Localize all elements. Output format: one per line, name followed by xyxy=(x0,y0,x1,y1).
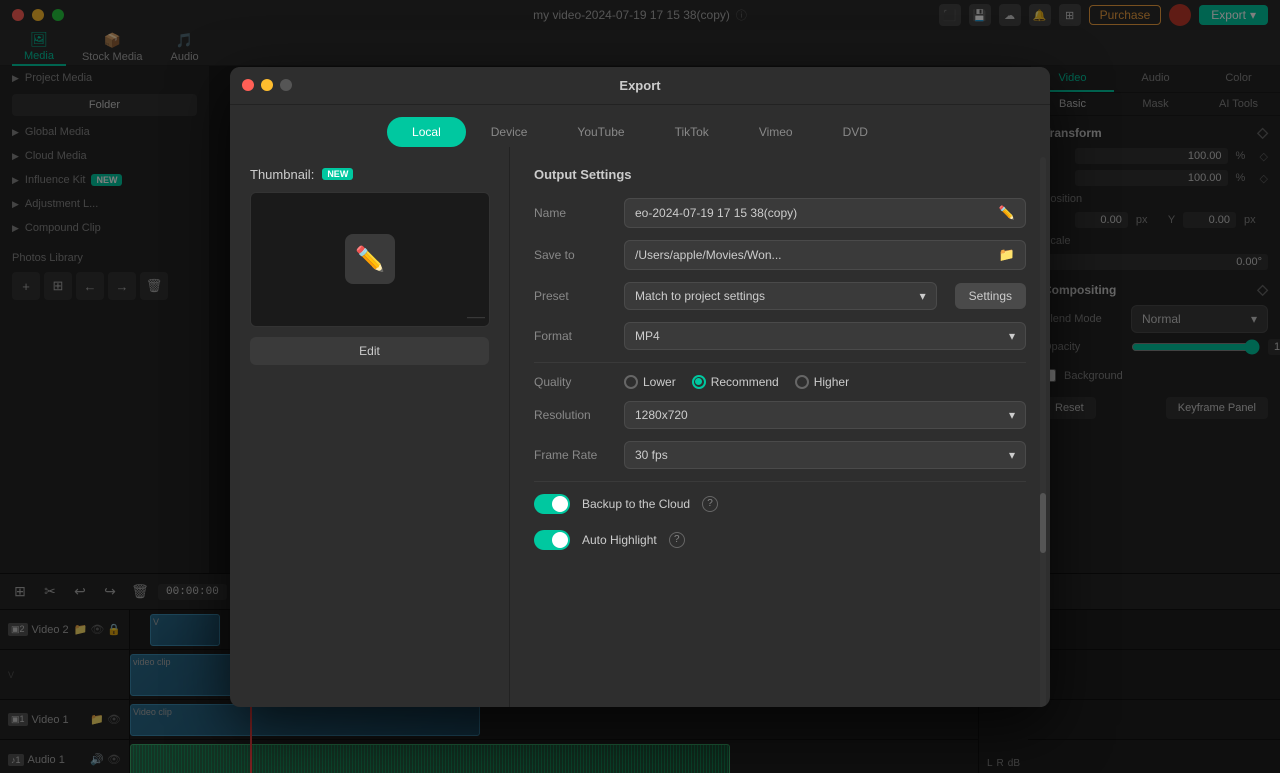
settings-button[interactable]: Settings xyxy=(955,283,1026,309)
folder-browse-icon[interactable]: 📁 xyxy=(999,247,1015,263)
thumbnail-sub: —— xyxy=(467,312,485,322)
modal-tab-tiktok[interactable]: TikTok xyxy=(650,117,734,147)
quality-field-row: Quality Lower Recommend xyxy=(534,375,1026,389)
preset-chevron: ▾ xyxy=(920,289,926,303)
frame-rate-chevron: ▾ xyxy=(1009,448,1015,462)
modal-tab-vimeo[interactable]: Vimeo xyxy=(734,117,818,147)
format-chevron: ▾ xyxy=(1009,329,1015,343)
name-field-row: Name eo-2024-07-19 17 15 38(copy) ✏️ xyxy=(534,198,1026,228)
edit-thumbnail-button[interactable]: Edit xyxy=(250,337,489,365)
modal-tabs: Local Device YouTube TikTok Vimeo DVD xyxy=(230,105,1050,147)
quality-recommend-label: Recommend xyxy=(711,375,779,389)
modal-tl-yellow[interactable] xyxy=(261,79,273,91)
backup-help-icon[interactable]: ? xyxy=(702,496,718,512)
backup-toggle[interactable] xyxy=(534,494,570,514)
modal-tab-device[interactable]: Device xyxy=(466,117,553,147)
preset-label: Preset xyxy=(534,289,614,303)
modal-tab-youtube[interactable]: YouTube xyxy=(552,117,649,147)
backup-toggle-knob xyxy=(552,496,568,512)
name-label: Name xyxy=(534,206,614,220)
format-field-row: Format MP4 ▾ xyxy=(534,322,1026,350)
preset-value: Match to project settings xyxy=(635,289,765,303)
format-value: MP4 xyxy=(635,329,660,343)
format-label: Format xyxy=(534,329,614,343)
frame-rate-label: Frame Rate xyxy=(534,448,614,462)
modal-tl-red[interactable] xyxy=(242,79,254,91)
resolution-value: 1280x720 xyxy=(635,408,688,422)
save-to-field-row: Save to /Users/apple/Movies/Won... 📁 xyxy=(534,240,1026,270)
thumbnail-label-row: Thumbnail: NEW xyxy=(250,167,489,182)
quality-recommend[interactable]: Recommend xyxy=(692,375,779,389)
quality-options: Lower Recommend Higher xyxy=(624,375,849,389)
frame-rate-field-row: Frame Rate 30 fps ▾ xyxy=(534,441,1026,469)
export-modal: Export Local Device YouTube TikTok Vimeo… xyxy=(230,67,1050,707)
modal-tl-gray xyxy=(280,79,292,91)
name-value: eo-2024-07-19 17 15 38(copy) xyxy=(635,206,999,220)
output-settings-title: Output Settings xyxy=(534,167,1026,182)
resolution-label: Resolution xyxy=(534,408,614,422)
thumbnail-preview: ✏️ —— xyxy=(250,192,490,327)
ai-edit-icon[interactable]: ✏️ xyxy=(999,205,1015,221)
settings-divider-1 xyxy=(534,362,1026,363)
quality-lower-radio[interactable] xyxy=(624,375,638,389)
auto-highlight-label: Auto Highlight xyxy=(582,533,657,547)
modal-overlay: Export Local Device YouTube TikTok Vimeo… xyxy=(0,0,1280,773)
quality-recommend-dot xyxy=(695,378,702,385)
thumbnail-new-badge: NEW xyxy=(322,168,353,180)
quality-higher-radio[interactable] xyxy=(795,375,809,389)
backup-label: Backup to the Cloud xyxy=(582,497,690,511)
resolution-field-row: Resolution 1280x720 ▾ xyxy=(534,401,1026,429)
auto-highlight-help-icon[interactable]: ? xyxy=(669,532,685,548)
quality-label: Quality xyxy=(534,375,614,389)
modal-traffic-lights xyxy=(242,79,292,91)
auto-highlight-toggle[interactable] xyxy=(534,530,570,550)
preset-dropdown[interactable]: Match to project settings ▾ xyxy=(624,282,937,310)
quality-recommend-radio[interactable] xyxy=(692,375,706,389)
quality-higher[interactable]: Higher xyxy=(795,375,849,389)
auto-highlight-toggle-row: Auto Highlight ? xyxy=(534,530,1026,550)
thumbnail-pencil-icon: ✏️ xyxy=(345,234,395,284)
modal-title: Export xyxy=(619,78,660,93)
save-to-value: /Users/apple/Movies/Won... xyxy=(635,248,999,262)
name-input[interactable]: eo-2024-07-19 17 15 38(copy) ✏️ xyxy=(624,198,1026,228)
quality-lower-label: Lower xyxy=(643,375,676,389)
modal-tab-dvd[interactable]: DVD xyxy=(818,117,893,147)
modal-body: Thumbnail: NEW ✏️ —— Edit Output Setting… xyxy=(230,147,1050,707)
modal-scrollbar-thumb[interactable] xyxy=(1040,493,1046,553)
auto-highlight-toggle-knob xyxy=(552,532,568,548)
thumbnail-text: Thumbnail: xyxy=(250,167,314,182)
modal-left: Thumbnail: NEW ✏️ —— Edit xyxy=(230,147,510,707)
resolution-chevron: ▾ xyxy=(1009,408,1015,422)
format-dropdown[interactable]: MP4 ▾ xyxy=(624,322,1026,350)
modal-right: Output Settings Name eo-2024-07-19 17 15… xyxy=(510,147,1050,707)
modal-titlebar: Export xyxy=(230,67,1050,105)
backup-toggle-row: Backup to the Cloud ? xyxy=(534,494,1026,514)
settings-divider-2 xyxy=(534,481,1026,482)
resolution-dropdown[interactable]: 1280x720 ▾ xyxy=(624,401,1026,429)
save-to-input[interactable]: /Users/apple/Movies/Won... 📁 xyxy=(624,240,1026,270)
save-to-label: Save to xyxy=(534,248,614,262)
frame-rate-dropdown[interactable]: 30 fps ▾ xyxy=(624,441,1026,469)
modal-scrollbar-track[interactable] xyxy=(1040,157,1046,707)
quality-lower[interactable]: Lower xyxy=(624,375,676,389)
frame-rate-value: 30 fps xyxy=(635,448,668,462)
modal-tab-local[interactable]: Local xyxy=(387,117,466,147)
quality-higher-label: Higher xyxy=(814,375,849,389)
preset-field-row: Preset Match to project settings ▾ Setti… xyxy=(534,282,1026,310)
